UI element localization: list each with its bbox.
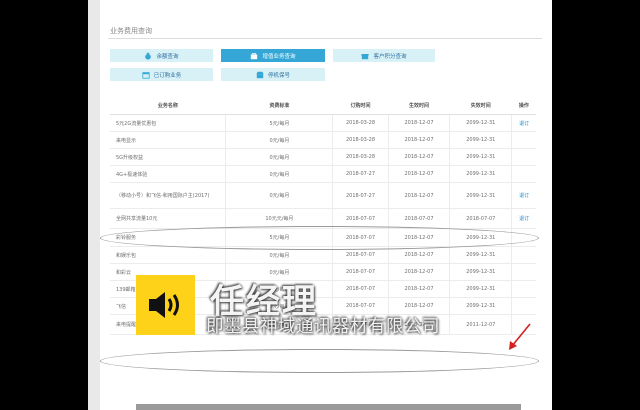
table-cell-order: 2018-07-07 bbox=[332, 297, 389, 315]
table-cell-fee: 0元/每月 bbox=[225, 165, 333, 183]
table-cell-end: 2011-12-07 bbox=[449, 314, 512, 335]
table-cell-start: 2018-12-07 bbox=[387, 263, 450, 281]
table-cell-name: 来电显示 bbox=[110, 131, 226, 149]
tab-suspend[interactable]: 停机保号 bbox=[221, 68, 325, 81]
unsubscribe-link[interactable]: 退订 bbox=[511, 114, 536, 132]
unsubscribe-link[interactable]: 退订 bbox=[511, 208, 536, 229]
column-header: 业务名称 bbox=[110, 96, 226, 115]
tab-value-added[interactable]: 增值业务查询 bbox=[221, 49, 325, 62]
unsubscribe-link bbox=[511, 263, 536, 281]
table-row: 5G升级权益 0元/每月 2018-03-28 2018-12-07 2099-12-3… bbox=[110, 148, 536, 166]
table-cell-order: 2018-03-28 bbox=[332, 114, 389, 132]
table-cell-start: 2018-12-07 bbox=[387, 131, 450, 149]
table-cell-name: 全网共享流量10元 bbox=[110, 208, 226, 229]
table-cell-order: 2018-07-27 bbox=[332, 165, 389, 183]
page-title: 业务费用查询 bbox=[110, 27, 152, 35]
unsubscribe-link bbox=[511, 165, 536, 183]
speaker-badge bbox=[136, 275, 195, 335]
tab-label: 余额查询 bbox=[156, 53, 179, 60]
table-cell-end: 2099-12-31 bbox=[449, 280, 512, 298]
table-cell-fee: 5元/每月 bbox=[225, 114, 333, 132]
unsubscribe-link bbox=[511, 246, 536, 264]
table-cell-fee: 0元/每月 bbox=[225, 148, 333, 166]
table-cell-start: 2018-12-07 bbox=[387, 165, 450, 183]
tab-balance[interactable]: 余额查询 bbox=[110, 49, 213, 62]
table-cell-name: 5G升级权益 bbox=[110, 148, 226, 166]
bag-icon bbox=[251, 52, 258, 59]
table-cell-fee: 0元/每月 bbox=[225, 182, 333, 209]
table-cell-end: 2099-12-31 bbox=[449, 182, 512, 209]
column-header: 操作 bbox=[511, 96, 536, 115]
table-cell-order: 2018-07-07 bbox=[332, 263, 389, 281]
column-header: 生效时间 bbox=[388, 96, 450, 115]
table-row: 5元2G流量优惠包 5元/每月 2018-03-28 2018-12-07 2099-1… bbox=[110, 114, 536, 132]
table-cell-start: 2018-12-07 bbox=[387, 280, 450, 298]
tab-label: 已订购业务 bbox=[153, 72, 182, 79]
speaker-icon bbox=[148, 292, 179, 318]
highlight-oval bbox=[100, 226, 539, 250]
table-row: 4G+极速体验 0元/每月 2018-07-27 2018-12-07 2099-12-… bbox=[110, 165, 536, 183]
title-divider bbox=[108, 38, 542, 39]
table-cell-order: 2018-07-07 bbox=[332, 280, 389, 298]
tab-points[interactable]: 客户积分查询 bbox=[333, 49, 435, 62]
table-cell-end: 2099-12-31 bbox=[449, 114, 512, 132]
table-cell-start: 2018-12-07 bbox=[387, 182, 450, 209]
calendar-icon bbox=[142, 71, 150, 79]
table-cell-fee: 0元/每月 bbox=[225, 131, 333, 149]
table-cell-end: 2099-12-31 bbox=[449, 246, 512, 264]
red-arrow-icon bbox=[509, 323, 531, 350]
table-cell-name: 4G+极速体验 bbox=[110, 165, 226, 183]
table-cell-order: 2018-07-27 bbox=[332, 182, 389, 209]
table-cell-name: （移动小号）和飞信-和用国际户主(2017) bbox=[110, 182, 226, 209]
company-name: 即墨县神域通讯器材有限公司 bbox=[206, 317, 440, 337]
column-header: 资费标准 bbox=[225, 96, 333, 115]
tab-subscribed[interactable]: 已订购业务 bbox=[110, 68, 213, 81]
table-row: （移动小号）和飞信-和用国际户主(2017) 0元/每月 2018-07-27 201… bbox=[110, 182, 536, 209]
table-cell-order: 2018-03-28 bbox=[332, 131, 389, 149]
bottom-bar bbox=[136, 404, 521, 410]
table-row: 来电显示 0元/每月 2018-03-28 2018-12-07 2099-12-31 bbox=[110, 131, 536, 149]
table-cell-start: 2018-12-07 bbox=[387, 148, 450, 166]
highlight-oval bbox=[100, 349, 539, 373]
table-cell-end: 2099-12-31 bbox=[449, 131, 512, 149]
table-cell-end: 2099-12-31 bbox=[449, 297, 512, 315]
column-header: 失效时间 bbox=[449, 96, 512, 115]
table-header-row: 业务名称 资费标准 订购时间 生效时间 失效时间 操作 bbox=[110, 96, 536, 115]
column-header: 订购时间 bbox=[332, 96, 389, 115]
left-edge bbox=[88, 0, 100, 410]
table-cell-name: 5元2G流量优惠包 bbox=[110, 114, 226, 132]
table-cell-end: 2099-12-31 bbox=[449, 263, 512, 281]
table-cell-start: 2018-12-07 bbox=[387, 114, 450, 132]
table-cell-end: 2099-12-31 bbox=[449, 165, 512, 183]
unsubscribe-link bbox=[511, 297, 536, 315]
tab-label: 停机保号 bbox=[267, 72, 290, 79]
table-cell-order: 2018-03-28 bbox=[332, 148, 389, 166]
table-cell-name: 和娱乐包 bbox=[110, 246, 226, 264]
table-cell-end: 2018-07-07 bbox=[449, 208, 512, 229]
screen-frame: 业务费用查询 余额查询 增值业务查询 客户积分查询 已订购业务 停机保号 业务名… bbox=[88, 0, 552, 410]
table-cell-start: 2018-12-07 bbox=[387, 297, 450, 315]
tab-label: 增值业务查询 bbox=[262, 53, 296, 60]
table-cell-start: 2018-07-07 bbox=[387, 208, 450, 229]
unsubscribe-link bbox=[511, 148, 536, 166]
unsubscribe-link[interactable]: 退订 bbox=[511, 182, 536, 209]
money-bag-icon bbox=[145, 52, 152, 60]
unsubscribe-link bbox=[511, 131, 536, 149]
unsubscribe-link bbox=[511, 280, 536, 298]
shop-icon bbox=[256, 71, 264, 78]
gift-icon bbox=[361, 53, 370, 59]
tab-label: 客户积分查询 bbox=[373, 53, 407, 60]
table-cell-end: 2099-12-31 bbox=[449, 148, 512, 166]
